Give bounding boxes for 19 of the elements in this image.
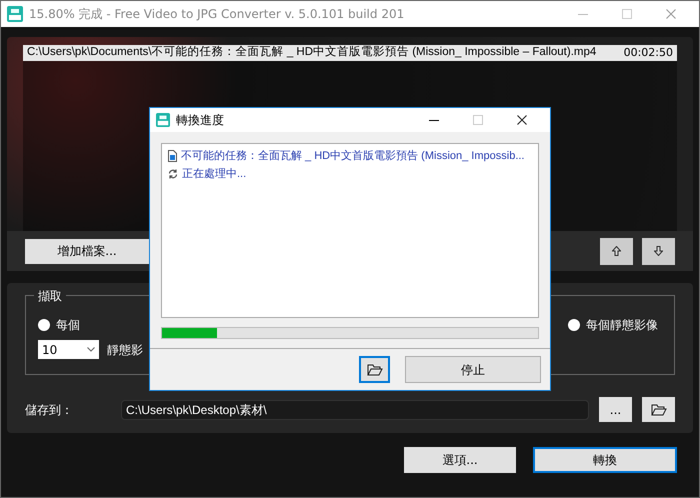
count-dropdown[interactable]: 10 [38, 340, 99, 359]
save-to-label: 儲存到： [25, 402, 74, 418]
radio-label: 每個靜態影像 [586, 317, 658, 334]
window-title: 15.80% 完成 - Free Video to JPG Converter v. 5.0.101 build 201 [29, 6, 404, 23]
file-duration: 00:02:50 [624, 44, 673, 61]
file-row[interactable]: C:\Users\pk\Documents\不可能的任務：全面瓦解 _ HD中文首版電影預告 (Mission_ Impossible – Fallout).mp4 00:02:50 [23, 45, 677, 61]
log-text: 正在處理中... [182, 166, 246, 182]
add-files-button[interactable]: 增加檔案... [25, 238, 149, 264]
stop-button[interactable]: 停止 [405, 356, 541, 383]
dialog-title: 轉換進度 [176, 112, 224, 129]
file-path: C:\Users\pk\Documents\不可能的任務：全面瓦解 _ HD中文首版電影預告 (Mission_ Impossible – Fallout).mp4 [27, 44, 596, 60]
action-button[interactable]: 轉換 [533, 447, 677, 473]
browse-button[interactable]: ... [599, 397, 632, 422]
action-button[interactable]: 選項... [404, 447, 516, 473]
group-legend: 擷取 [34, 287, 66, 305]
log-text: 不可能的任務：全面瓦解 _ HD中文首版電影預告 (Mission_ Impossib... [181, 148, 524, 164]
save-path-field[interactable]: C:\Users\pk\Desktop\素材\ [121, 400, 589, 420]
radio-label: 每個 [56, 317, 80, 334]
count-suffix: 靜態影 [107, 342, 143, 358]
